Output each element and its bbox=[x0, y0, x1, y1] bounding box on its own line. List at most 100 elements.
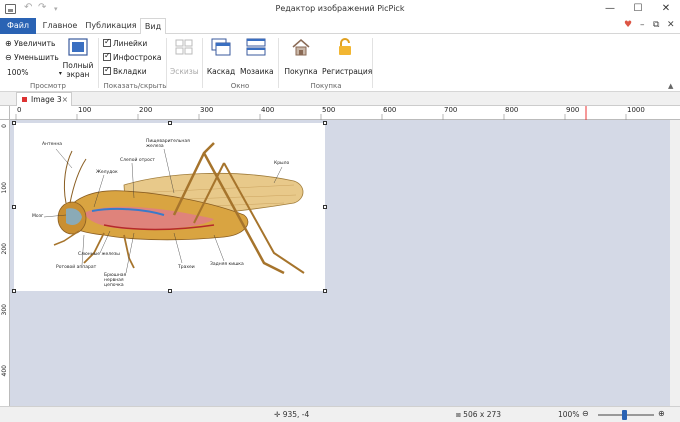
tabs-checkbox[interactable]: Вкладки bbox=[103, 65, 147, 76]
zoom-level-select[interactable]: 100% ▾ bbox=[7, 68, 62, 77]
ruler-corner bbox=[0, 106, 10, 120]
resize-handle[interactable] bbox=[168, 289, 172, 293]
maximize-button[interactable]: ☐ bbox=[624, 0, 652, 18]
zoom-out-icon[interactable]: ⊖ bbox=[582, 409, 589, 418]
infobar-checkbox[interactable]: Инфострока bbox=[103, 51, 161, 62]
image-label: Задняя кишка bbox=[210, 262, 244, 267]
ribbon-tabs: Файл Главное Публикация Вид ♥ – ⧉ ✕ bbox=[0, 18, 680, 35]
separator bbox=[166, 38, 167, 88]
ruler-label: 1000 bbox=[627, 106, 645, 114]
vertical-ruler: 0 100 200 300 400 bbox=[0, 120, 10, 406]
image-label: Антенна bbox=[42, 142, 63, 147]
restore-doc-icon[interactable]: ⧉ bbox=[653, 20, 659, 30]
mosaic-button[interactable]: Мозаика bbox=[240, 38, 274, 76]
document-tab-strip: Image 3 × bbox=[0, 92, 680, 106]
resize-handle[interactable] bbox=[12, 289, 16, 293]
check-icon bbox=[103, 37, 111, 47]
ruler-label: 900 bbox=[566, 106, 580, 114]
image-canvas[interactable]: Антенна Пищеварительная железа Слепой от… bbox=[14, 123, 325, 291]
ruler-label: 100 bbox=[1, 182, 8, 194]
image-icon bbox=[22, 97, 27, 102]
separator bbox=[98, 38, 99, 88]
cascade-button[interactable]: Каскад bbox=[206, 38, 236, 76]
tab-share[interactable]: Публикация bbox=[84, 18, 138, 34]
crosshair-icon: ✛ bbox=[274, 410, 281, 419]
ruler-label: 0 bbox=[17, 106, 22, 114]
cascade-icon bbox=[211, 38, 231, 56]
register-button[interactable]: Регистрация bbox=[322, 38, 372, 76]
resize-handle[interactable] bbox=[12, 205, 16, 209]
close-doc-icon[interactable]: ✕ bbox=[667, 20, 675, 30]
image-size: ⧈ 506 x 273 bbox=[456, 410, 502, 419]
tab-view[interactable]: Вид bbox=[140, 18, 166, 35]
image-label: Брюшная нервная цепочка bbox=[104, 273, 127, 288]
separator bbox=[278, 38, 279, 88]
tab-file[interactable]: Файл bbox=[0, 18, 36, 34]
ruler-label: 400 bbox=[1, 365, 8, 377]
separator bbox=[202, 38, 203, 88]
group-label-showhide: Показать/скрыть bbox=[103, 82, 167, 90]
thumbnails-button[interactable]: Эскизы bbox=[170, 38, 199, 76]
group-label-purchase: Покупка bbox=[310, 82, 342, 90]
zoom-in-button[interactable]: ⊕ Увеличить bbox=[5, 39, 55, 48]
ruler-label: 700 bbox=[444, 106, 458, 114]
resize-handle[interactable] bbox=[323, 205, 327, 209]
group-label-window: Окно bbox=[230, 82, 250, 90]
resize-handle[interactable] bbox=[323, 121, 327, 125]
check-icon bbox=[103, 51, 111, 61]
group-label-view: Просмотр bbox=[30, 82, 66, 90]
rulers-checkbox[interactable]: Линейки bbox=[103, 37, 147, 48]
undo-icon[interactable]: ↶ bbox=[24, 2, 32, 13]
horizontal-ruler: 0 100 200 300 400 500 600 700 800 900 10… bbox=[10, 106, 680, 120]
ruler-label: 300 bbox=[200, 106, 214, 114]
resize-handle[interactable] bbox=[12, 121, 16, 125]
cursor-position: ✛ 935, -4 bbox=[274, 410, 310, 419]
close-tab-icon[interactable]: × bbox=[62, 93, 68, 106]
image-label: Слюнные железы bbox=[78, 252, 120, 257]
image-label: Желудок bbox=[96, 170, 118, 175]
separator bbox=[372, 38, 373, 88]
ribbon: ⊕ Увеличить ⊖ Уменьшить 100% ▾ Полный эк… bbox=[0, 34, 680, 92]
fullscreen-icon bbox=[68, 38, 88, 56]
image-label: Крыло bbox=[274, 161, 290, 166]
collapse-ribbon-icon[interactable]: ▲ bbox=[668, 82, 673, 90]
ruler-label: 400 bbox=[261, 106, 275, 114]
fullscreen-button[interactable]: Полный экран bbox=[62, 38, 94, 79]
ruler-label: 0 bbox=[1, 124, 8, 128]
ruler-label: 800 bbox=[505, 106, 519, 114]
lock-icon bbox=[339, 38, 351, 55]
image-label: Пищеварительная железа bbox=[146, 139, 190, 149]
ruler-label: 100 bbox=[78, 106, 92, 114]
mosaic-icon bbox=[246, 38, 266, 56]
heart-icon[interactable]: ♥ bbox=[624, 20, 632, 30]
image-label: Ротовой аппарат bbox=[56, 265, 97, 270]
zoom-in-icon: ⊕ bbox=[5, 39, 12, 48]
resize-handle[interactable] bbox=[168, 121, 172, 125]
status-bar: ✛ 935, -4 ⧈ 506 x 273 100% ⊖ ⊕ bbox=[0, 406, 680, 422]
zoom-out-button[interactable]: ⊖ Уменьшить bbox=[5, 53, 59, 62]
ruler-ticks bbox=[15, 106, 627, 120]
zoom-out-icon: ⊖ bbox=[5, 53, 12, 62]
crop-icon: ⧈ bbox=[456, 410, 461, 419]
purchase-button[interactable]: Покупка bbox=[284, 38, 318, 76]
zoom-slider-thumb[interactable] bbox=[622, 410, 627, 420]
minimize-button[interactable]: — bbox=[596, 0, 624, 18]
vertical-scrollbar[interactable] bbox=[670, 120, 680, 406]
zoom-percent: 100% bbox=[558, 410, 580, 419]
image-label: Мозг bbox=[32, 214, 44, 219]
close-button[interactable]: ✕ bbox=[652, 0, 680, 18]
document-tab[interactable]: Image 3 × bbox=[16, 92, 72, 106]
image-label: Трахеи bbox=[178, 265, 195, 270]
quick-access-dropdown-icon[interactable]: ▾ bbox=[54, 5, 58, 13]
tab-home[interactable]: Главное bbox=[40, 18, 80, 34]
resize-handle[interactable] bbox=[323, 289, 327, 293]
minimize-doc-icon[interactable]: – bbox=[640, 20, 645, 30]
ruler-label: 600 bbox=[383, 106, 397, 114]
title-bar: ↶ ↷ ▾ Редактор изображений PicPick — ☐ ✕ bbox=[0, 0, 680, 18]
redo-icon[interactable]: ↷ bbox=[38, 2, 46, 13]
ruler-label: 200 bbox=[1, 243, 8, 255]
window-title: Редактор изображений PicPick bbox=[275, 4, 405, 13]
app-icon bbox=[5, 4, 16, 14]
zoom-in-icon[interactable]: ⊕ bbox=[658, 409, 665, 418]
image-label: Слепой отрост bbox=[120, 158, 155, 163]
